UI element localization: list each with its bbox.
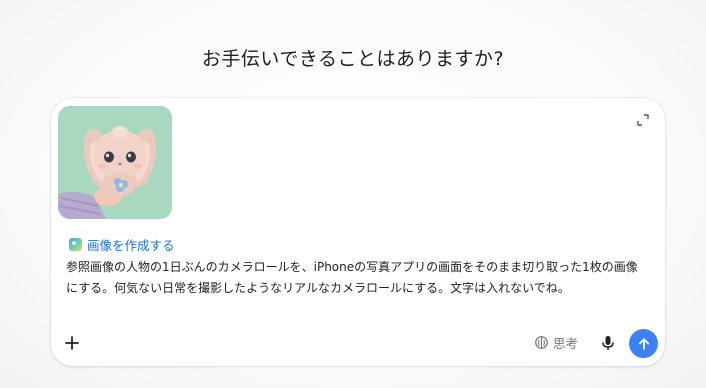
plus-icon: [65, 336, 79, 350]
page-heading: お手伝いできることはありますか?: [201, 48, 505, 70]
create-image-label: 画像を作成する: [87, 238, 175, 253]
add-button[interactable]: [63, 334, 81, 352]
image-create-icon: [69, 238, 82, 251]
microphone-icon: [602, 336, 614, 350]
plush-bunny-photo-icon: [58, 106, 172, 219]
create-image-tool-chip[interactable]: 画像を作成する: [69, 235, 175, 254]
expand-button[interactable]: [635, 112, 651, 128]
brain-icon: [535, 336, 548, 349]
prompt-input[interactable]: 参照画像の人物の1日ぶんのカメラロールを、iPhoneの写真アプリの画面をそのま…: [66, 257, 641, 299]
microphone-button[interactable]: [599, 334, 617, 352]
send-button[interactable]: [629, 329, 658, 358]
think-mode-button[interactable]: 思考: [534, 333, 578, 352]
think-mode-label: 思考: [553, 336, 579, 351]
arrow-up-icon: [638, 337, 649, 350]
attached-image-thumbnail[interactable]: [58, 106, 172, 219]
page: お手伝いできることはありますか? 画像を作成する 参照画像の人物の1日ぶんのカメ…: [0, 0, 706, 388]
prompt-composer: 画像を作成する 参照画像の人物の1日ぶんのカメラロールを、iPhoneの写真アプ…: [51, 98, 665, 366]
expand-icon: [637, 114, 649, 126]
